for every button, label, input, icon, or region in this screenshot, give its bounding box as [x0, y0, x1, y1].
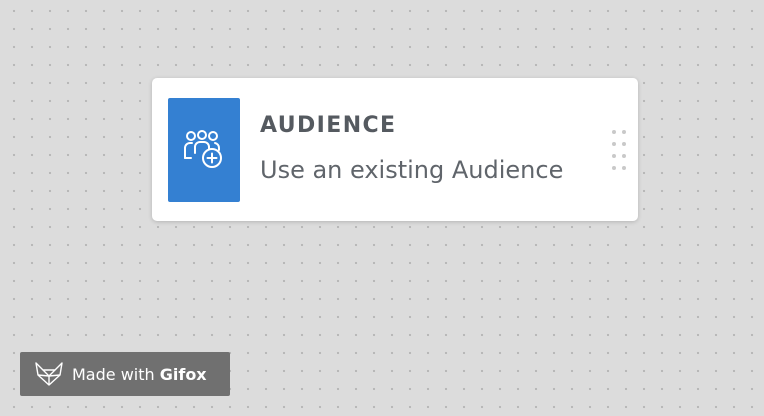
watermark-prefix: Made with: [72, 364, 155, 384]
gifox-watermark: Made with Gifox: [20, 352, 230, 396]
drag-handle-icon[interactable]: [610, 128, 626, 172]
gifox-fox-logo: [35, 362, 63, 386]
audience-node-icon-tile: [168, 98, 240, 202]
audience-add-icon: [184, 130, 222, 168]
watermark-text: Made with Gifox: [72, 365, 207, 384]
node-title: AUDIENCE: [260, 113, 397, 138]
node-subtitle: Use an existing Audience: [260, 156, 564, 184]
audience-node-card[interactable]: AUDIENCE Use an existing Audience: [152, 78, 638, 221]
watermark-brand: Gifox: [159, 364, 207, 384]
